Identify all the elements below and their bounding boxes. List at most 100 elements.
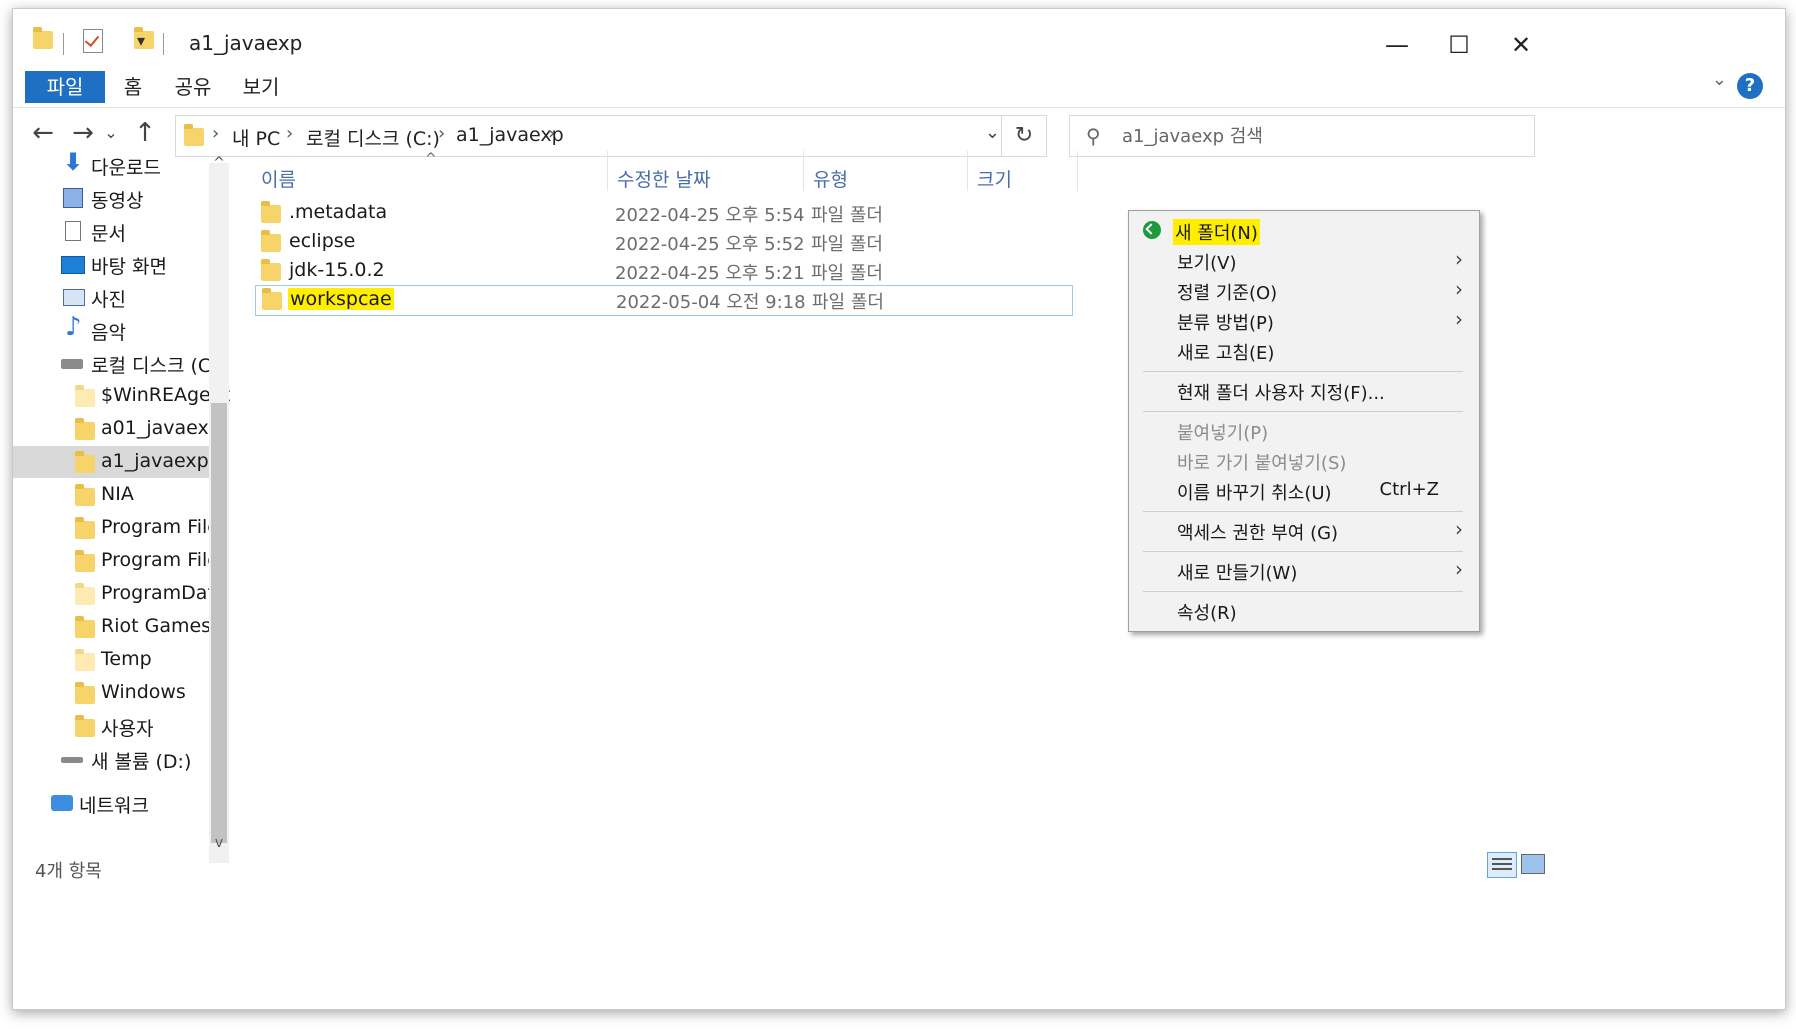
sidebar-item-local-disk-c[interactable]: 로컬 디스크 (C:) [13,347,225,379]
menu-item-label: 정렬 기준(O) [1177,283,1278,304]
breadcrumb-separator[interactable]: › [548,123,555,144]
minimize-button[interactable]: — [1367,23,1427,67]
sidebar-item-riot-games[interactable]: Riot Games [13,611,212,643]
chevron-right-icon: › [1455,557,1463,581]
search-box[interactable]: ⚲ [1069,115,1535,157]
close-button[interactable]: ✕ [1491,23,1551,67]
menu-item-new[interactable]: 새로 만들기(W) › [1129,555,1479,585]
folder-icon [75,550,95,572]
sidebar-item-program-files-x86[interactable]: Program Files [13,545,229,577]
sort-ascending-icon: ^ [425,151,437,167]
menu-item-give-access[interactable]: 액세스 권한 부여 (G) › [1129,515,1479,545]
menu-item-paste: 붙여넣기(P) [1129,415,1479,445]
recent-locations-button[interactable]: ⌄ [99,115,123,151]
sidebar-item-program-files[interactable]: Program Files [13,512,229,544]
sidebar-item-a1-javaexp[interactable]: a1_javaexp [13,446,209,478]
sidebar-item-label: Riot Games [101,615,212,637]
menu-item-view[interactable]: 보기(V) › [1129,245,1479,275]
documents-icon [65,221,81,241]
sidebar-item-label: 로컬 디스크 (C:) [91,355,225,377]
sidebar-item-downloads[interactable]: ⬇ 다운로드 [13,149,209,181]
column-divider[interactable] [803,151,804,191]
menu-item-new-folder[interactable]: 새 폴더(N) [1129,215,1479,245]
column-header-type[interactable]: 유형 [813,165,848,192]
scroll-up-icon[interactable]: ^ [209,155,229,171]
tab-share[interactable]: 공유 [161,71,225,103]
scroll-down-icon[interactable]: v [209,835,229,851]
menu-item-refresh[interactable]: 새로 고침(E) [1129,335,1479,365]
details-view-button[interactable] [1487,852,1517,878]
sidebar-item-music[interactable]: ♪ 음악 [13,314,209,346]
breadcrumb-local-disk[interactable]: 로컬 디스크 (C:) [306,124,440,151]
file-row[interactable]: .metadata 2022-04-25 오후 5:54 파일 폴더 [255,199,1071,228]
tab-view[interactable]: 보기 [229,71,293,103]
sidebar-item-programdata[interactable]: ProgramData [13,578,227,610]
breadcrumb-separator[interactable]: › [438,123,445,144]
back-button[interactable]: ← [25,115,61,151]
address-dropdown-icon[interactable]: ⌄ [985,122,1000,143]
sidebar-item-a01-javaexp[interactable]: a01_javaexp [13,413,221,445]
sidebar-item-network[interactable]: 네트워크 [13,787,209,819]
sidebar-item-videos[interactable]: 동영상 [13,182,209,214]
maximize-button[interactable]: ☐ [1429,23,1489,67]
tab-file[interactable]: 파일 [25,71,105,103]
sidebar-item-label: NIA [101,483,134,505]
help-icon[interactable]: ? [1737,73,1763,99]
sidebar-item-label: a01_javaexp [101,417,221,439]
sidebar-item-temp[interactable]: Temp [13,644,209,676]
sidebar-item-users[interactable]: 사용자 [13,710,209,742]
forward-button[interactable]: → [65,115,101,151]
file-row[interactable]: eclipse 2022-04-25 오후 5:52 파일 폴더 [255,228,1071,257]
breadcrumb-this-pc[interactable]: 내 PC [232,124,280,151]
scrollbar-thumb[interactable] [211,403,227,843]
file-row[interactable]: jdk-15.0.2 2022-04-25 오후 5:21 파일 폴더 [255,257,1071,286]
sidebar-scrollbar[interactable]: ^ v [209,155,229,863]
sidebar-item-label: Temp [101,648,152,670]
sidebar-item-desktop[interactable]: 바탕 화면 [13,248,209,280]
sidebar-item-nia[interactable]: NIA [13,479,209,511]
menu-item-properties[interactable]: 속성(R) [1129,595,1479,625]
sidebar-item-documents[interactable]: 문서 [13,215,209,247]
column-divider[interactable] [607,151,608,191]
sidebar-item-label: a1_javaexp [101,450,209,472]
column-header-size[interactable]: 크기 [977,165,1012,192]
up-button[interactable]: ↑ [127,115,163,151]
file-type: 파일 폴더 [811,234,883,255]
menu-item-paste-shortcut: 바로 가기 붙여넣기(S) [1129,445,1479,475]
menu-item-label: 바로 가기 붙여넣기(S) [1177,453,1347,474]
properties-icon[interactable] [83,29,103,53]
sidebar-item-new-volume-d[interactable]: 새 볼륨 (D:) [13,743,209,775]
column-divider[interactable] [967,151,968,191]
search-input[interactable] [1120,122,1524,150]
column-header-date[interactable]: 수정한 날짜 [617,165,710,192]
quick-access-dropdown-icon[interactable]: ▾ [137,31,145,50]
chevron-right-icon: › [1455,517,1463,541]
menu-item-label: 새 폴더(N) [1173,219,1260,245]
column-header-name[interactable]: 이름 [261,165,296,192]
sidebar-item-winreagent[interactable]: $WinREAgent [13,380,230,412]
large-icons-view-button[interactable] [1521,854,1545,874]
chevron-right-icon: › [1455,247,1463,271]
file-row-focused[interactable]: workspcae 2022-05-04 오전 9:18 파일 폴더 [255,285,1073,316]
file-type: 파일 폴더 [811,205,883,226]
breadcrumb-separator[interactable]: › [286,123,293,144]
menu-item-label: 새로 고침(E) [1177,343,1275,364]
tab-home[interactable]: 홈 [105,71,161,103]
sidebar-item-windows[interactable]: Windows [13,677,209,709]
sidebar-item-label: 음악 [91,322,126,344]
ribbon-expand-icon[interactable]: ⌄ [1712,69,1727,90]
folder-icon [75,583,95,605]
sidebar-item-pictures[interactable]: 사진 [13,281,209,313]
file-name: eclipse [289,230,356,252]
menu-item-sort-by[interactable]: 정렬 기준(O) › [1129,275,1479,305]
sidebar-item-label: 사용자 [101,718,154,740]
file-date: 2022-04-25 오후 5:21 [615,263,805,284]
column-divider[interactable] [1077,151,1078,191]
menu-item-undo-rename[interactable]: 이름 바꾸기 취소(U) Ctrl+Z [1129,475,1479,505]
menu-item-group-by[interactable]: 분류 방법(P) › [1129,305,1479,335]
menu-item-customize-folder[interactable]: 현재 폴더 사용자 지정(F)... [1129,375,1479,405]
refresh-button[interactable]: ↻ [1001,116,1046,156]
sidebar-item-label: 동영상 [91,190,144,212]
folder-icon [75,451,95,473]
file-date: 2022-04-25 오후 5:54 [615,205,805,226]
